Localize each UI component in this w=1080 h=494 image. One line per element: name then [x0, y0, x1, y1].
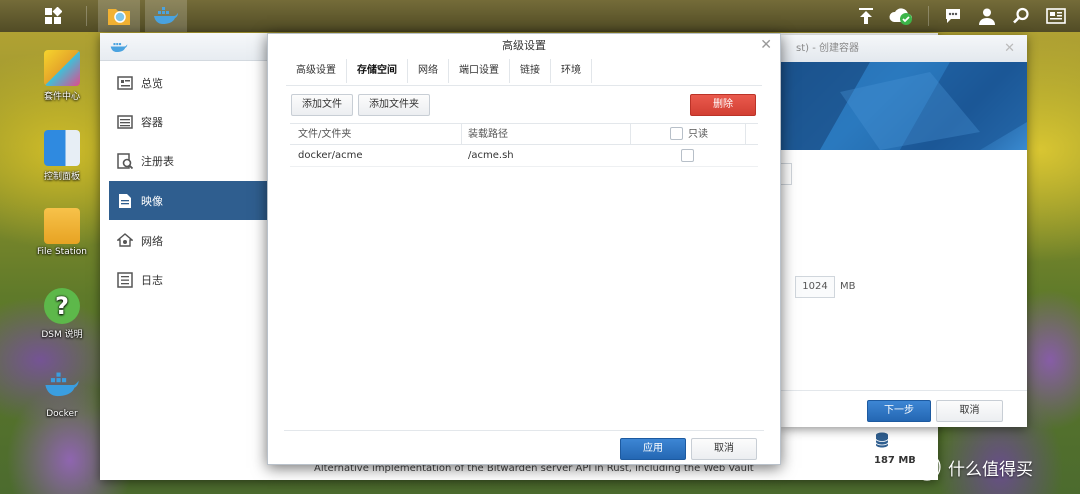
control-panel-icon	[44, 130, 80, 166]
close-icon[interactable]: ✕	[760, 38, 772, 52]
memory-limit-input[interactable]: 1024	[795, 276, 835, 298]
apps-grid-icon[interactable]	[36, 0, 70, 32]
dialog-cancel-button[interactable]: 取消	[691, 438, 757, 460]
desktop-icon-label: Docker	[46, 409, 78, 419]
sidebar-item-registry[interactable]: 注册表	[109, 141, 267, 180]
wizard-cancel-button[interactable]: 取消	[936, 400, 1003, 422]
memory-unit: MB	[840, 281, 856, 292]
wizard-footer-divider	[780, 390, 1027, 391]
watermark: 值 什么值得买	[912, 452, 1080, 482]
dialog-title[interactable]: 高级设置	[268, 34, 780, 58]
close-icon[interactable]: ✕	[1004, 41, 1015, 56]
column-divider	[630, 124, 631, 144]
desktop-icon-package-center[interactable]: 套件中心	[22, 50, 102, 102]
image-icon	[119, 193, 131, 208]
watermark-text: 什么值得买	[948, 459, 1033, 480]
create-container-wizard: st) - 创建容器 ✕ 1024 MB 下一步 取消	[770, 35, 1027, 427]
tab-advanced-settings[interactable]: 高级设置	[286, 59, 347, 83]
file-station-icon	[44, 208, 80, 244]
file-station-icon[interactable]	[98, 0, 140, 32]
next-button[interactable]: 下一步	[867, 400, 931, 422]
sidebar-item-label: 映像	[141, 194, 163, 208]
svg-text:值: 值	[920, 460, 933, 476]
sidebar-item-label: 网络	[141, 234, 163, 248]
sidebar-item-log[interactable]: 日志	[109, 260, 267, 299]
docker-icon	[110, 43, 128, 53]
sidebar-item-overview[interactable]: 总览	[109, 63, 267, 102]
desktop-icon-label: 控制面板	[43, 172, 80, 182]
wizard-title[interactable]: st) - 创建容器	[780, 35, 1027, 62]
desktop-icon-docker[interactable]: Docker	[22, 370, 102, 419]
column-divider	[461, 124, 462, 144]
database-icon	[875, 432, 889, 451]
tab-underline	[286, 85, 762, 86]
docker-icon[interactable]	[145, 0, 187, 32]
delete-button[interactable]: 删除	[690, 94, 756, 116]
image-size: 187 MB	[874, 455, 916, 466]
sidebar-item-image[interactable]: 映像	[109, 181, 267, 220]
desktop-icon-file-station[interactable]: File Station	[22, 208, 102, 257]
row-mount-path: /acme.sh	[468, 150, 514, 161]
network-icon	[117, 232, 133, 247]
apply-button[interactable]: 应用	[620, 438, 686, 460]
tab-environment[interactable]: 环境	[551, 59, 592, 83]
docker-icon	[44, 370, 80, 406]
search-icon[interactable]	[1008, 0, 1034, 32]
user-icon[interactable]	[974, 0, 1000, 32]
dialog-footer-divider	[284, 430, 764, 431]
chat-icon[interactable]	[940, 0, 966, 32]
sidebar-item-label: 日志	[141, 273, 163, 287]
desktop-icon-dsm-help[interactable]: ? DSM 说明	[22, 288, 102, 340]
row-readonly-checkbox[interactable]	[681, 149, 694, 162]
sidebar-item-network[interactable]: 网络	[109, 221, 267, 260]
sidebar-item-label: 注册表	[141, 154, 174, 168]
add-folder-button[interactable]: 添加文件夹	[358, 94, 430, 116]
log-icon	[117, 271, 133, 288]
tab-storage[interactable]: 存储空间	[347, 59, 408, 83]
sidebar-item-container[interactable]: 容器	[109, 102, 267, 141]
overview-icon	[117, 75, 133, 90]
tab-links[interactable]: 链接	[510, 59, 551, 83]
column-divider	[745, 124, 746, 144]
widgets-icon[interactable]	[1042, 0, 1070, 32]
column-header-readonly[interactable]: 只读	[688, 124, 708, 146]
upload-icon[interactable]	[852, 0, 880, 32]
help-icon: ?	[44, 288, 80, 324]
column-header-path[interactable]: 文件/文件夹	[298, 124, 351, 146]
readonly-all-checkbox[interactable]	[670, 127, 683, 140]
wizard-banner	[780, 62, 1027, 150]
tab-network[interactable]: 网络	[408, 59, 449, 83]
dialog-tabs: 高级设置 存储空间 网络 端口设置 链接 环境	[286, 59, 592, 83]
table-row[interactable]: docker/acme /acme.sh	[290, 145, 758, 167]
registry-icon	[117, 152, 133, 169]
desktop-icon-label: File Station	[37, 247, 87, 257]
desktop-icon-label: 套件中心	[43, 92, 80, 102]
tab-port-settings[interactable]: 端口设置	[449, 59, 510, 83]
column-header-mount[interactable]: 装载路径	[468, 124, 508, 146]
add-file-button[interactable]: 添加文件	[291, 94, 353, 116]
taskbar	[0, 0, 1080, 32]
row-path: docker/acme	[298, 150, 363, 161]
taskbar-divider	[928, 6, 929, 26]
advanced-settings-dialog: 高级设置 ✕ 高级设置 存储空间 网络 端口设置 链接 环境 添加文件 添加文件…	[267, 33, 781, 465]
package-center-icon	[44, 50, 80, 86]
table-header: 文件/文件夹 装载路径 只读	[290, 123, 758, 145]
cloud-sync-icon[interactable]	[886, 0, 918, 32]
taskbar-divider	[86, 6, 87, 26]
sidebar-item-label: 容器	[141, 115, 163, 129]
wizard-title-text: st) - 创建容器	[796, 43, 859, 54]
sidebar-item-label: 总览	[141, 76, 163, 90]
container-icon	[117, 114, 133, 129]
desktop-icon-control-panel[interactable]: 控制面板	[22, 130, 102, 182]
watermark-logo-icon: 值	[913, 453, 941, 481]
desktop-icon-label: DSM 说明	[41, 330, 83, 340]
